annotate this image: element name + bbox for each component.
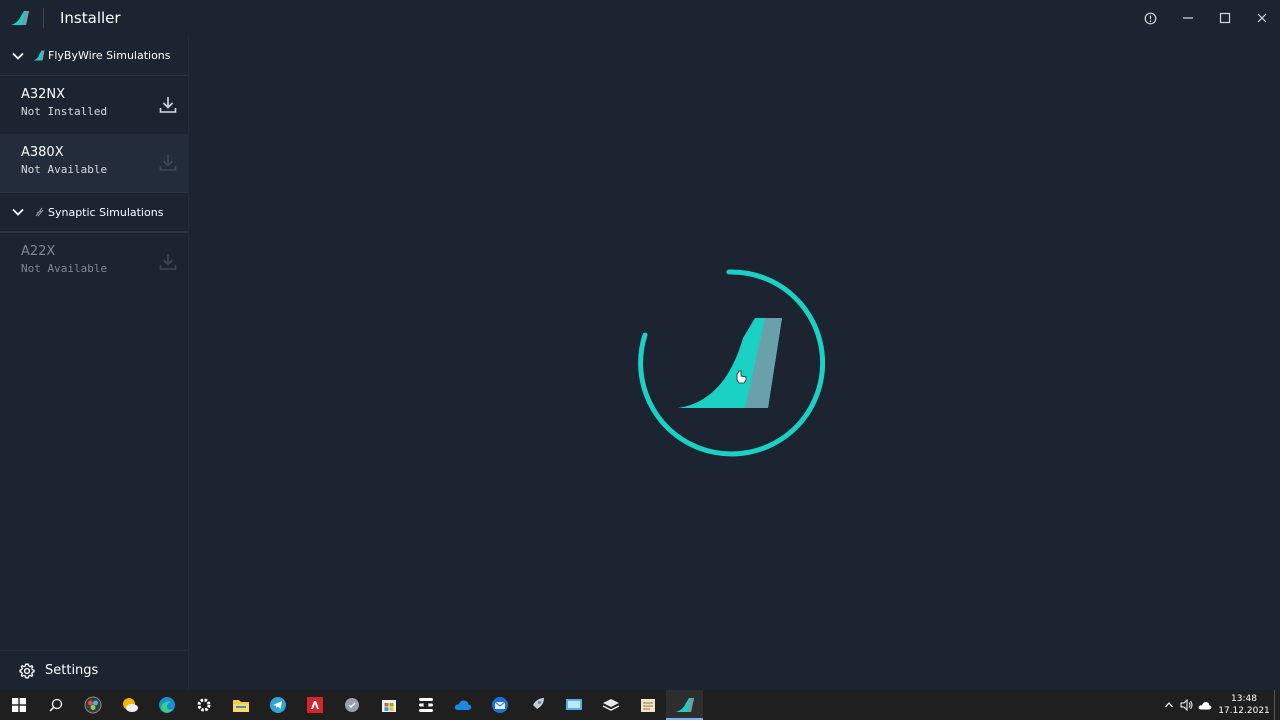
download-icon [159,254,177,270]
flybywire-logo-icon [33,50,45,62]
amd-icon [306,697,323,713]
taskbar-store[interactable] [370,690,407,720]
thunderbird-icon [491,697,508,713]
addon-item-a380x[interactable]: A380X Not Available [0,134,188,192]
publisher-header-flybywire[interactable]: FlyByWire Simulations [0,36,188,76]
taskbar-file-explorer[interactable] [222,690,259,720]
taskbar-shield-app[interactable] [333,690,370,720]
settings-gear-icon [197,698,210,712]
windows-start-icon [11,698,26,712]
tray-onedrive-button[interactable] [1196,690,1214,720]
publisher-name: Synaptic Simulations [48,205,164,219]
taskbar-thunderbird[interactable] [481,690,518,720]
start-button[interactable] [0,690,37,720]
edge-icon [158,697,175,713]
search-icon [48,698,62,712]
show-desktop-button[interactable] [1274,690,1280,720]
taskbar-search[interactable] [37,690,74,720]
telegram-icon [269,697,286,713]
taskbar-weather[interactable] [111,690,148,720]
publisher-name: FlyByWire Simulations [48,49,171,62]
mixer-icon [418,698,433,712]
store-icon [381,700,396,712]
addon-item-a32nx[interactable]: A32NX Not Installed [0,76,188,134]
settings-label: Settings [45,663,99,678]
weather-icon [122,698,138,712]
taskbar-settings[interactable] [185,690,222,720]
loading-spinner [638,269,825,457]
chevron-down-icon [11,205,25,219]
taskbar-davinci[interactable] [74,690,111,720]
tray-volume-button[interactable] [1178,690,1196,720]
taskbar-flybywire-installer[interactable] [666,690,703,720]
onedrive-icon [454,700,471,710]
download-icon [159,155,177,171]
title-bar: Installer [0,0,1280,36]
taskbar-amd[interactable] [296,690,333,720]
gear-icon [19,663,35,678]
flybywire-logo-icon [0,0,40,36]
davinci-icon [84,696,101,714]
close-button[interactable] [1243,0,1280,36]
minimize-button[interactable] [1169,0,1206,36]
taskbar-notepad[interactable] [629,690,666,720]
remote-desktop-icon [565,699,582,710]
app-title: Installer [60,9,121,27]
taskbar-edge[interactable] [148,690,185,720]
publisher-header-synaptic[interactable]: Synaptic Simulations [0,192,188,232]
cloud-icon [1198,701,1212,709]
taskbar-layers[interactable] [592,690,629,720]
close-icon [1257,13,1266,23]
taskbar-mixer[interactable] [407,690,444,720]
sidebar: FlyByWire Simulations A32NX Not Installe… [0,36,189,690]
clock-time: 13:48 [1231,694,1257,704]
window-controls [1132,0,1280,36]
download-icon[interactable] [158,95,178,115]
taskbar: 13:48 17.12.2021 [0,690,1280,720]
minimize-icon [1182,17,1193,19]
main-content [190,36,1280,690]
taskbar-telegram[interactable] [259,690,296,720]
chevron-up-icon [1165,702,1173,708]
maximize-icon [1219,12,1230,24]
synaptic-logo-icon [33,206,45,218]
notepad-icon [640,699,655,712]
shield-app-icon [344,698,359,712]
file-explorer-icon [232,700,249,712]
chevron-down-icon [11,49,25,63]
taskbar-clock[interactable]: 13:48 17.12.2021 [1218,693,1270,717]
tray-overflow-button[interactable] [1160,690,1178,720]
rocket-icon [530,698,544,711]
clock-date: 17.12.2021 [1218,706,1270,716]
system-tray: 13:48 17.12.2021 [1160,690,1280,720]
taskbar-remote-desktop[interactable] [555,690,592,720]
info-icon [1144,12,1157,24]
volume-icon [1180,699,1193,711]
flybywire-installer-icon [675,698,694,712]
taskbar-onedrive[interactable] [444,690,481,720]
layers-icon [602,699,619,711]
taskbar-rocket[interactable] [518,690,555,720]
title-divider [43,8,44,28]
info-button[interactable] [1132,0,1169,36]
maximize-button[interactable] [1206,0,1243,36]
addon-item-a22x[interactable]: A22X Not Available [0,232,188,290]
settings-button[interactable]: Settings [0,650,189,690]
